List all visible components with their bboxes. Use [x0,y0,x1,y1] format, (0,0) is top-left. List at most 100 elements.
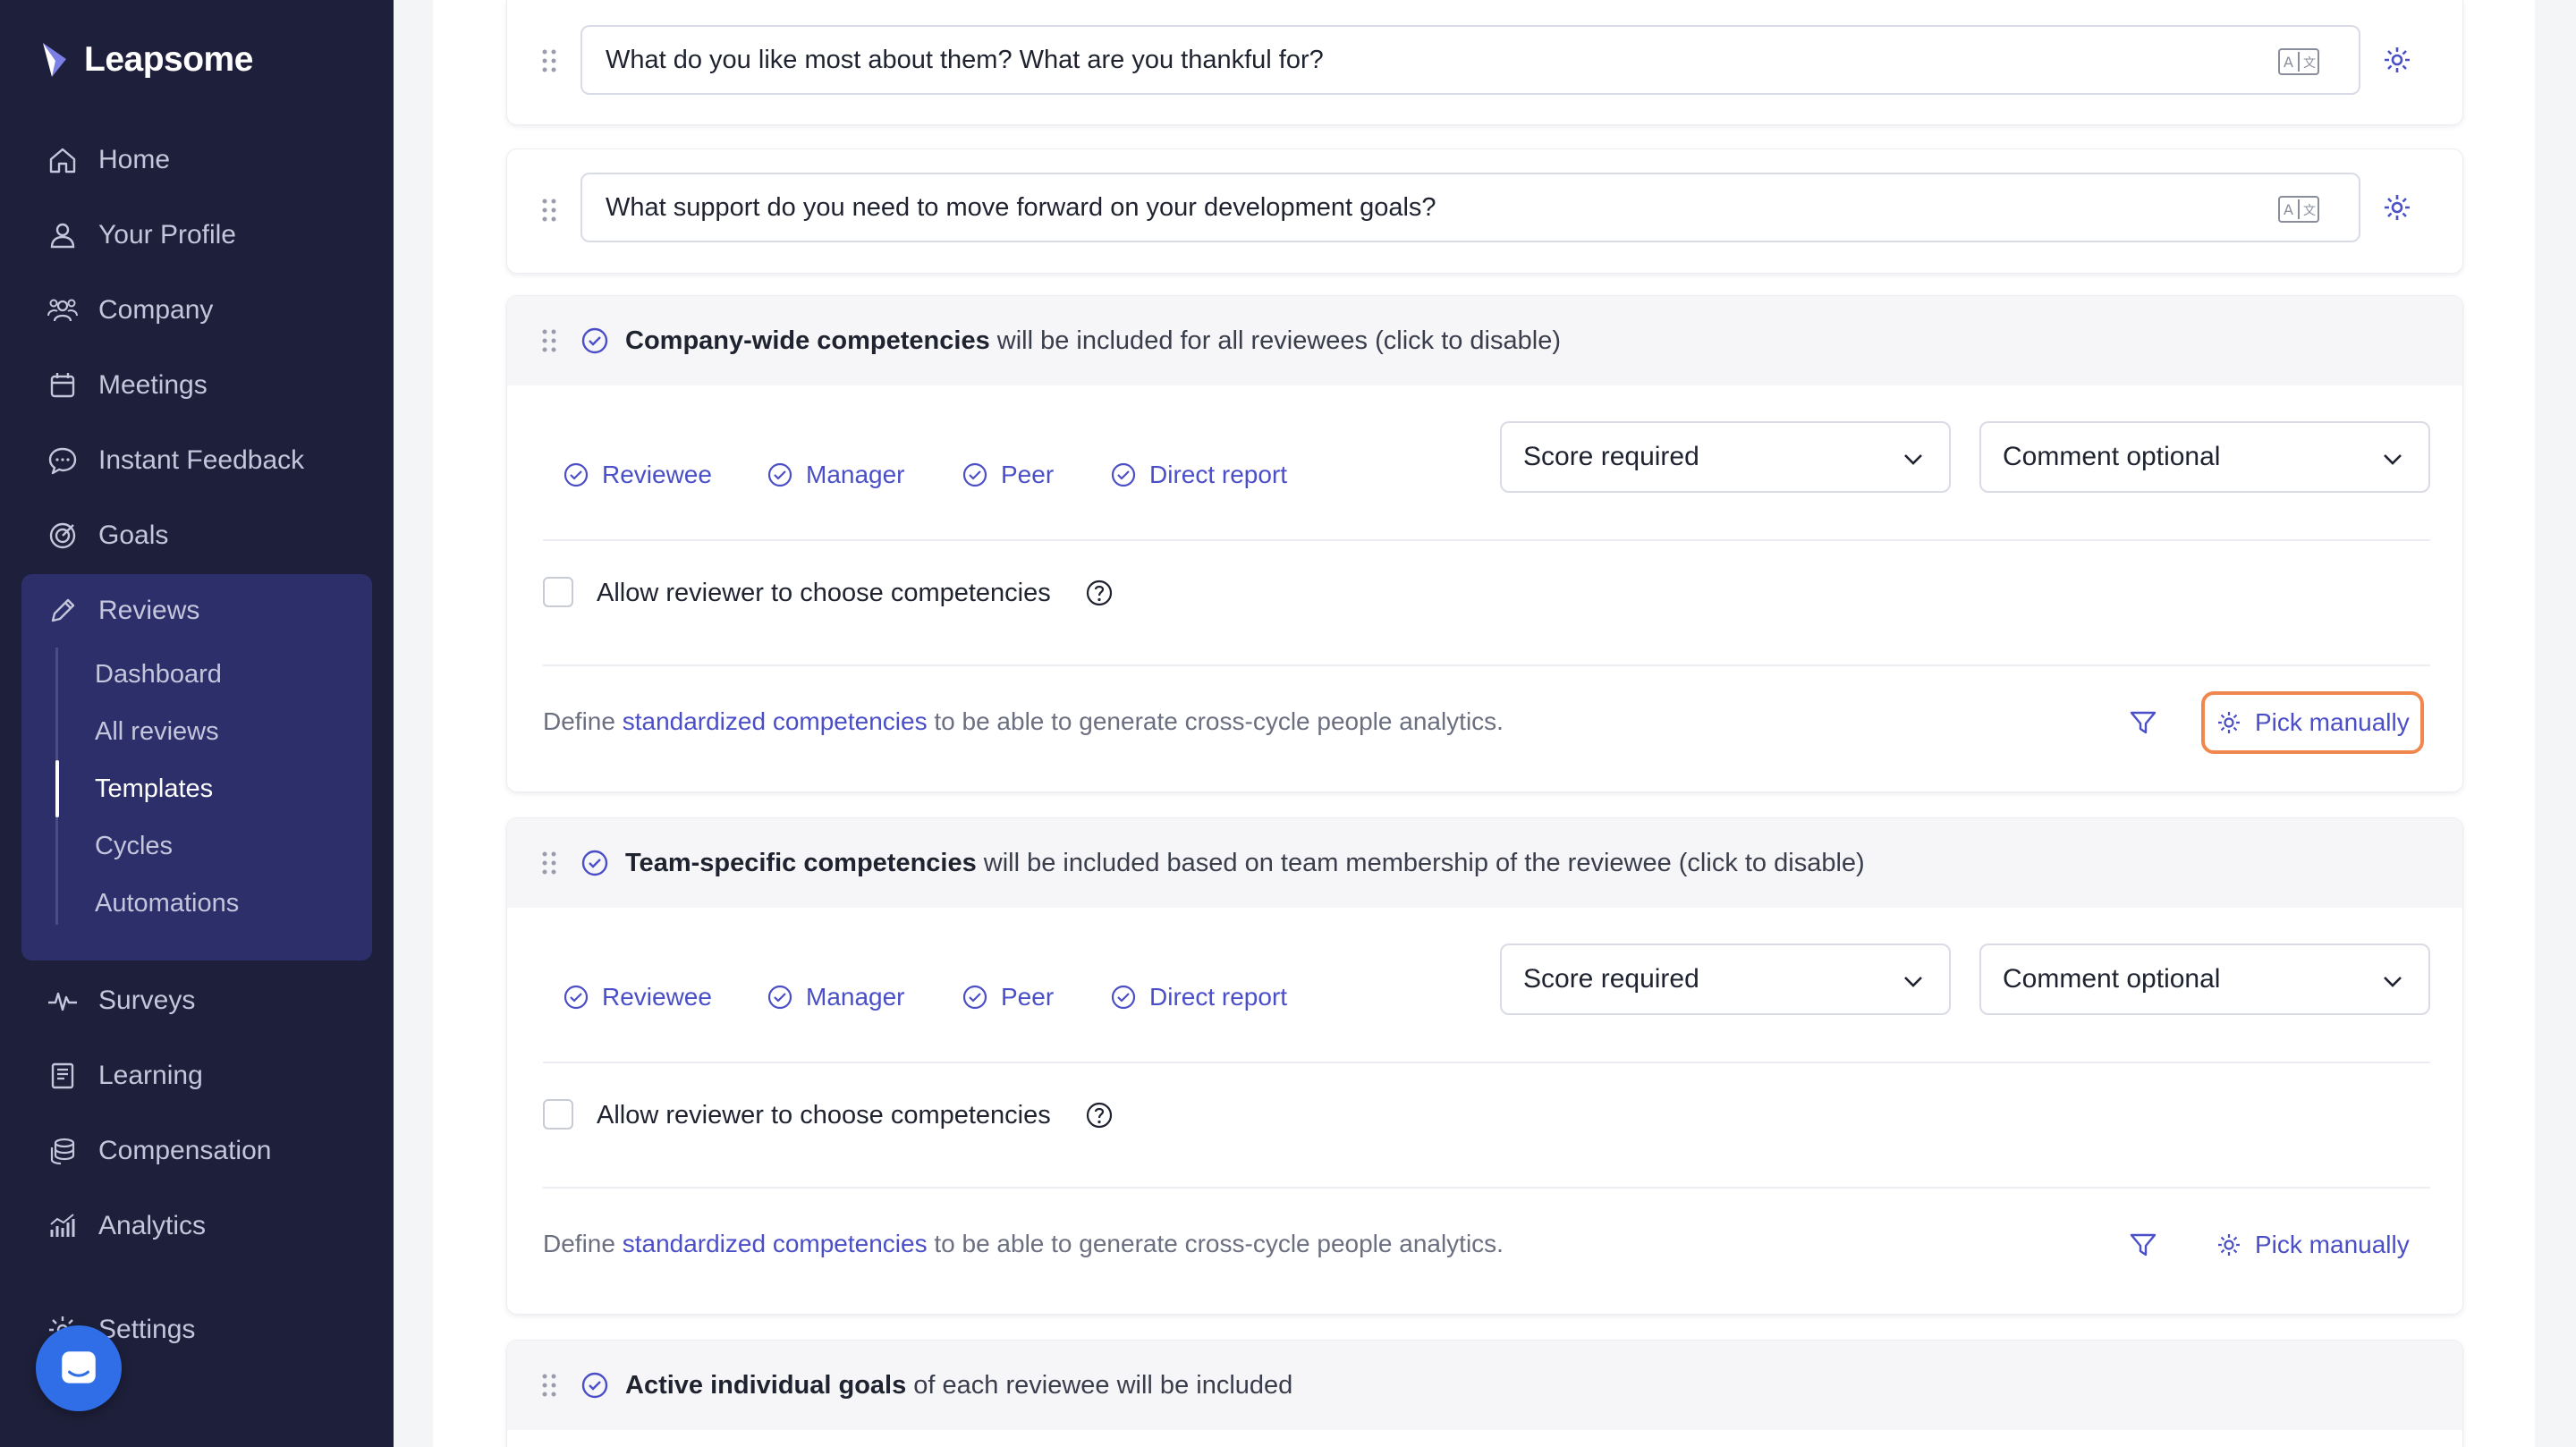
sidebar-item-label: Instant Feedback [98,445,305,475]
sidebar-item-learning[interactable]: Learning [21,1043,372,1109]
check-circle-icon [962,462,987,487]
question-input[interactable]: What support do you need to move forward… [580,173,2360,242]
sidebar-item-compensation[interactable]: Compensation [21,1118,372,1184]
sidebar-item-reviews[interactable]: Reviews [21,578,372,644]
drag-handle-icon[interactable] [541,850,557,876]
company-competencies-section: Company-wide competencies will be includ… [506,295,2463,792]
score-select[interactable]: Score required [1500,421,1951,493]
role-toggle-peer[interactable]: Peer [962,983,1054,1011]
filter-icon[interactable] [2128,707,2158,738]
sidebar-item-goals[interactable]: Goals [21,503,372,569]
sidebar-sub-cycles[interactable]: Cycles [95,832,173,861]
question-input[interactable]: What do you like most about them? What a… [580,25,2360,95]
section-header[interactable]: Team-specific competencies will be inclu… [507,818,2462,908]
role-toggle-manager[interactable]: Manager [767,461,905,489]
home-icon [49,148,76,173]
role-toggle-manager[interactable]: Manager [767,983,905,1011]
sidebar-item-meetings[interactable]: Meetings [21,352,372,419]
leapsome-logo[interactable]: Leapsome [39,39,253,80]
sidebar-item-home[interactable]: Home [21,127,372,193]
select-value: Comment optional [2003,442,2221,471]
chevron-down-icon [1904,454,1922,465]
section-title-bold: Company-wide competencies [625,326,990,355]
define-competencies-text: Define standardized competencies to be a… [543,1230,1504,1258]
sidebar-item-company[interactable]: Company [21,277,372,343]
drag-handle-icon[interactable] [541,48,557,73]
sidebar-item-label: Analytics [98,1211,207,1240]
question-text: What do you like most about them? What a… [606,45,1324,74]
divider [543,664,2430,666]
sidebar-item-your-profile[interactable]: Your Profile [21,202,372,268]
sidebar-sub-automations[interactable]: Automations [95,889,239,918]
sidebar-item-instant-feedback[interactable]: Instant Feedback [21,427,372,494]
allow-choose-competencies-checkbox[interactable] [543,1099,573,1130]
drag-handle-icon[interactable] [541,198,557,223]
help-icon[interactable] [1085,579,1114,607]
role-label: Reviewee [602,461,712,488]
support-chat-button[interactable] [36,1325,122,1411]
sidebar-sub-dashboard[interactable]: Dashboard [95,660,222,690]
section-header[interactable]: Active individual goals of each reviewee… [507,1341,2462,1430]
sidebar-item-label: Compensation [98,1136,272,1165]
sidebar-sub-all-reviews[interactable]: All reviews [95,717,219,747]
translate-icon[interactable]: A文 [2278,196,2319,223]
sidebar-item-label: Learning [98,1061,203,1090]
check-circle-icon[interactable] [580,849,609,877]
app-name: Leapsome [84,40,253,79]
select-value: Comment optional [2003,964,2221,994]
check-circle-icon [767,985,792,1010]
role-toggle-reviewee[interactable]: Reviewee [563,461,712,489]
score-select[interactable]: Score required [1500,944,1951,1015]
comment-select[interactable]: Comment optional [1979,421,2430,493]
help-icon[interactable] [1085,1101,1114,1130]
role-toggle-reviewee[interactable]: Reviewee [563,983,712,1011]
check-circle-icon [1111,462,1136,487]
team-competencies-section: Team-specific competencies will be inclu… [506,817,2463,1315]
section-title: Active individual goals of each reviewee… [625,1371,1292,1400]
allow-choose-label: Allow reviewer to choose competencies [597,579,1051,607]
standardized-competencies-link[interactable]: standardized competencies [623,1230,928,1257]
chat-bubble-icon [48,447,77,475]
define-prefix: Define [543,707,623,735]
role-toggle-peer[interactable]: Peer [962,461,1054,489]
translate-icon[interactable]: A文 [2278,48,2319,75]
gear-icon [2218,1234,2240,1256]
drag-handle-icon[interactable] [541,1373,557,1398]
drag-handle-icon[interactable] [541,328,557,353]
sidebar-sub-templates[interactable]: Templates [95,774,213,804]
question-settings-gear-icon[interactable] [2382,45,2412,75]
select-value: Score required [1523,964,1699,994]
role-label: Peer [1001,983,1055,1011]
allow-choose-label: Allow reviewer to choose competencies [597,1101,1051,1130]
pick-manually-button[interactable]: Pick manually [2205,1214,2420,1276]
divider [543,1187,2430,1189]
filter-icon[interactable] [2128,1230,2158,1260]
section-header[interactable]: Company-wide competencies will be includ… [507,296,2462,385]
allow-choose-competencies-checkbox[interactable] [543,577,573,607]
sub-nav-active-indicator [55,760,59,817]
gear-icon [2218,712,2240,733]
check-circle-icon[interactable] [580,1371,609,1400]
check-circle-icon[interactable] [580,326,609,355]
role-label: Reviewee [602,983,712,1011]
svg-text:A: A [2284,201,2293,218]
comment-select[interactable]: Comment optional [1979,944,2430,1015]
sidebar-item-label: Company [98,295,214,325]
sidebar-item-surveys[interactable]: Surveys [21,968,372,1034]
question-settings-gear-icon[interactable] [2382,192,2412,223]
divider [543,1062,2430,1063]
check-circle-icon [1111,985,1136,1010]
role-toggle-direct-report[interactable]: Direct report [1110,983,1287,1011]
divider [543,539,2430,541]
standardized-competencies-link[interactable]: standardized competencies [623,707,928,735]
role-toggle-direct-report[interactable]: Direct report [1110,461,1287,489]
sidebar-item-analytics[interactable]: Analytics [21,1193,372,1259]
question-card: What do you like most about them? What a… [506,0,2463,125]
coins-icon [50,1138,75,1165]
question-text: What support do you need to move forward… [606,192,1436,222]
chat-icon [62,1351,96,1384]
calendar-icon [50,373,75,398]
role-label: Direct report [1149,983,1288,1011]
sidebar: Leapsome Home Your Profile Company Meeti… [0,0,394,1447]
pick-manually-button[interactable]: Pick manually [2201,691,2424,754]
